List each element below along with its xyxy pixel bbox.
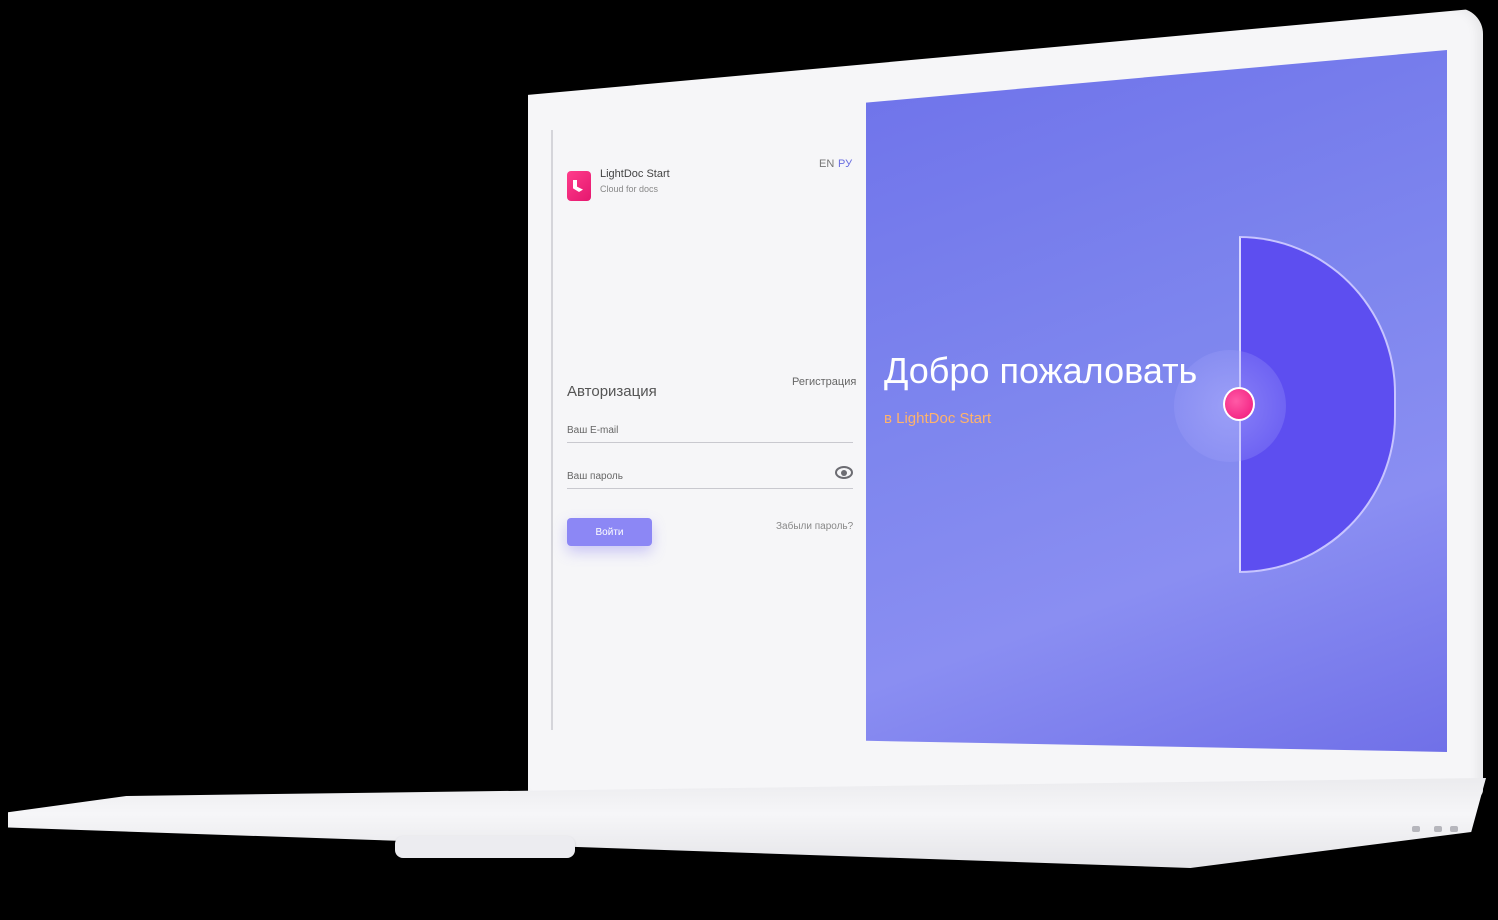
brand-logo-icon (567, 171, 591, 201)
laptop-base (8, 778, 1486, 868)
pink-dot-decoration (1223, 387, 1255, 421)
port-icon (1434, 826, 1442, 832)
register-link[interactable]: Регистрация (792, 376, 856, 388)
language-en[interactable]: EN (819, 158, 834, 170)
welcome-panel: Добро пожаловать в LightDoc Start (866, 50, 1447, 752)
forgot-password-link[interactable]: Забыли пароль? (776, 521, 853, 532)
language-ru[interactable]: РУ (838, 158, 852, 170)
port-icon (1450, 826, 1458, 832)
port-icon (1412, 826, 1420, 832)
email-placeholder: Ваш E-mail (567, 425, 619, 436)
welcome-subtitle: в LightDoc Start (884, 410, 992, 427)
password-placeholder: Ваш пароль (567, 471, 623, 482)
email-field[interactable]: Ваш E-mail (567, 420, 853, 443)
eye-icon[interactable] (835, 466, 853, 479)
welcome-title: Добро пожаловать (884, 350, 1198, 391)
brand-name: LightDoc Start (600, 168, 670, 180)
auth-title: Авторизация (567, 383, 657, 400)
password-field[interactable]: Ваш пароль (567, 466, 853, 489)
brand-tagline: Cloud for docs (600, 184, 659, 194)
login-panel: LightDoc Start Cloud for docs EN РУ Авто… (551, 130, 868, 730)
laptop-trackpad (395, 836, 575, 858)
login-button[interactable]: Войти (567, 518, 652, 546)
